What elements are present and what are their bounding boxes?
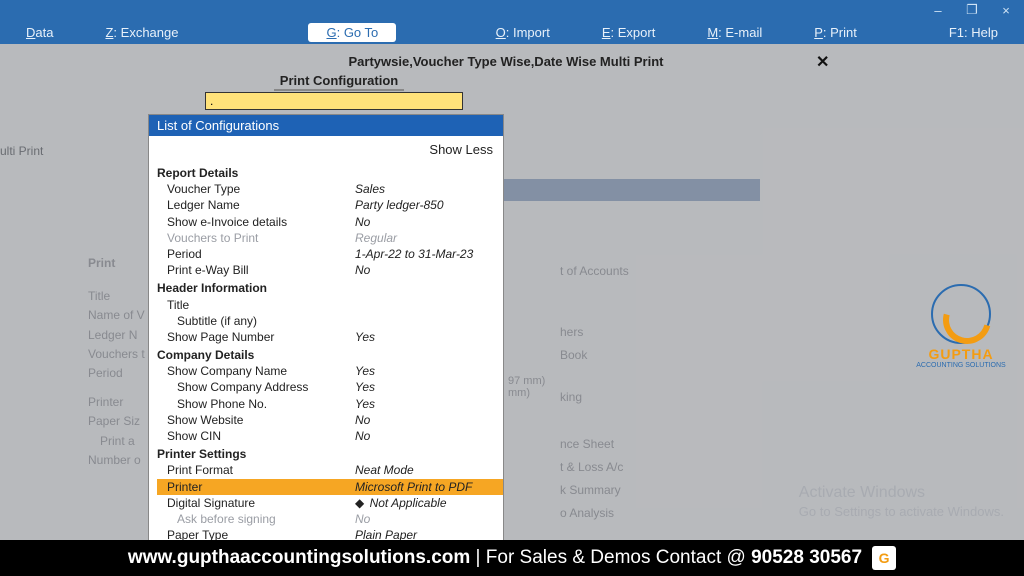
config-row[interactable]: Subtitle (if any) (157, 313, 503, 329)
logo-subtext: ACCOUNTING SOLUTIONS (916, 362, 1006, 369)
config-row[interactable]: Show WebsiteNo (157, 412, 503, 428)
footer-badge-icon: G (872, 546, 896, 570)
config-section-header: Report Details (157, 165, 503, 181)
config-row-value: 1-Apr-22 to 31-Mar-23 (355, 246, 473, 262)
config-row[interactable]: Vouchers to PrintRegular (157, 230, 503, 246)
config-panel-header: List of Configurations (149, 115, 503, 136)
config-row-label: Show Website (157, 412, 355, 428)
config-row[interactable]: Ledger NameParty ledger-850 (157, 197, 503, 213)
config-row-value: No (355, 511, 370, 527)
modal-close-button[interactable]: ✕ (816, 52, 829, 72)
config-row-label: Show Company Name (157, 363, 355, 379)
menu-goto[interactable]: G: Go To (308, 23, 396, 42)
config-row-label: Print e-Way Bill (157, 262, 355, 278)
config-row[interactable]: Print e-Way BillNo (157, 262, 503, 278)
config-row-value: No (355, 262, 370, 278)
config-row-value: Regular (355, 230, 397, 246)
activate-windows-watermark: Activate Windows Go to Settings to activ… (799, 482, 1004, 521)
config-row-label: Ledger Name (157, 197, 355, 213)
config-row-label: Show Page Number (157, 329, 355, 345)
config-row[interactable]: PrinterMicrosoft Print to PDF (157, 479, 503, 495)
config-row[interactable]: Show Phone No.Yes (157, 396, 503, 412)
menu-print[interactable]: P: Print (788, 22, 883, 43)
config-section-header: Company Details (157, 347, 503, 363)
config-row[interactable]: Digital Signature◆ Not Applicable (157, 495, 503, 511)
menu-email[interactable]: M: E-mail (681, 22, 788, 43)
config-row-label: Print Format (157, 462, 355, 478)
config-row-label: Show Company Address (157, 379, 355, 395)
config-row[interactable]: Show e-Invoice detailsNo (157, 214, 503, 230)
workspace: ulti Print Print Title Name of V Ledger … (0, 44, 1024, 576)
config-row-label: Period (157, 246, 355, 262)
config-row[interactable]: Show Page NumberYes (157, 329, 503, 345)
config-row-label: Ask before signing (157, 511, 355, 527)
restore-button[interactable]: ❐ (958, 2, 986, 18)
footer-banner: www.gupthaaccountingsolutions.com | For … (0, 540, 1024, 576)
menu-data[interactable]: Data (0, 22, 79, 43)
config-row-value: No (355, 428, 370, 444)
config-row[interactable]: Ask before signingNo (157, 511, 503, 527)
config-section-header: Header Information (157, 280, 503, 296)
config-row-value: Neat Mode (355, 462, 414, 478)
logo-icon (931, 284, 991, 344)
window-titlebar: – ❐ × (0, 0, 1024, 20)
modal-title: Partywsie,Voucher Type Wise,Date Wise Mu… (186, 54, 826, 69)
config-row[interactable]: Print FormatNeat Mode (157, 462, 503, 478)
logo-text: GUPTHA (916, 346, 1006, 362)
menu-help[interactable]: F1: Help (923, 22, 1024, 43)
config-row-value: Microsoft Print to PDF (355, 479, 472, 495)
config-rows-container: Report DetailsVoucher TypeSalesLedger Na… (149, 161, 503, 565)
config-row-label: Voucher Type (157, 181, 355, 197)
config-row-value: Sales (355, 181, 385, 197)
config-row-label: Subtitle (if any) (157, 313, 355, 329)
config-row[interactable]: Show Company AddressYes (157, 379, 503, 395)
config-row-label: Vouchers to Print (157, 230, 355, 246)
config-row-value: Yes (355, 329, 375, 345)
config-row[interactable]: Show CINNo (157, 428, 503, 444)
config-row-value: Yes (355, 363, 375, 379)
activate-title: Activate Windows (799, 482, 1004, 504)
menu-import[interactable]: O: Import (470, 22, 576, 43)
config-row[interactable]: Title (157, 297, 503, 313)
config-panel: List of Configurations Show Less Report … (148, 114, 504, 576)
config-row-label: Show Phone No. (157, 396, 355, 412)
config-row-label: Show CIN (157, 428, 355, 444)
config-row-value: Yes (355, 379, 375, 395)
modal-subtitle: Print Configuration (274, 72, 404, 91)
config-row-value: ◆ Not Applicable (355, 495, 447, 511)
config-row-value: Yes (355, 396, 375, 412)
menu-exchange[interactable]: Z: Exchange (79, 22, 204, 43)
config-row-label: Digital Signature (157, 495, 355, 511)
config-search-input[interactable] (205, 92, 463, 110)
brand-logo: GUPTHA ACCOUNTING SOLUTIONS (916, 284, 1006, 369)
footer-text: www.gupthaaccountingsolutions.com | For … (128, 547, 862, 569)
config-row-label: Printer (157, 479, 355, 495)
config-row-value: No (355, 412, 370, 428)
config-row[interactable]: Show Company NameYes (157, 363, 503, 379)
config-row[interactable]: Period1-Apr-22 to 31-Mar-23 (157, 246, 503, 262)
config-row[interactable]: Voucher TypeSales (157, 181, 503, 197)
config-row-value: Party ledger-850 (355, 197, 444, 213)
show-less-link[interactable]: Show Less (149, 136, 503, 161)
config-row-label: Show e-Invoice details (157, 214, 355, 230)
window-close-button[interactable]: × (992, 2, 1020, 18)
minimize-button[interactable]: – (924, 2, 952, 18)
menu-export[interactable]: E: Export (576, 22, 681, 43)
config-section-header: Printer Settings (157, 446, 503, 462)
activate-sub: Go to Settings to activate Windows. (799, 503, 1004, 521)
config-row-value: No (355, 214, 370, 230)
top-menubar: Data Z: Exchange G: Go To O: Import E: E… (0, 20, 1024, 44)
config-row-label: Title (157, 297, 355, 313)
